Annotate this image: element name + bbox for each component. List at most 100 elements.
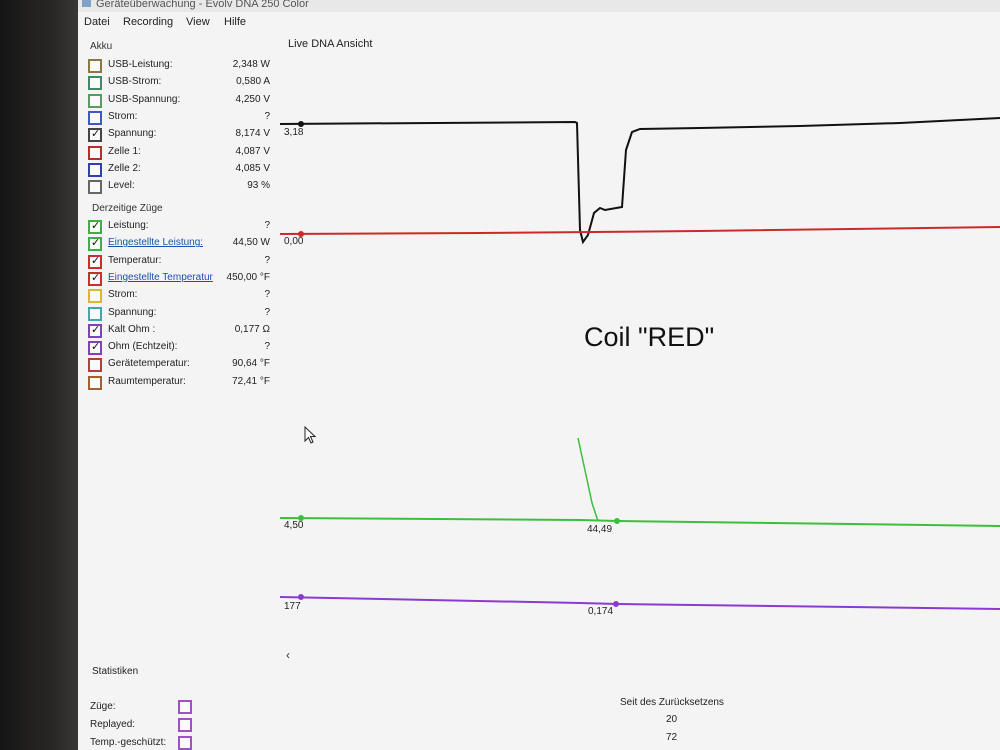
- series-checkbox[interactable]: [88, 145, 102, 160]
- series-checkbox[interactable]: [88, 162, 102, 177]
- zuege-row[interactable]: ✓ Kalt Ohm : 0,177 Ω: [88, 323, 270, 338]
- app-icon: [82, 0, 91, 7]
- zuege-row[interactable]: ✓ Leistung:?: [88, 219, 270, 234]
- zuege-row[interactable]: ✓ Eingestellte Temperatur 450,00 °F: [88, 271, 270, 286]
- series-label: Temperatur:: [108, 254, 162, 266]
- akku-row[interactable]: Strom:?: [88, 110, 270, 125]
- menu-datei[interactable]: Datei: [84, 16, 110, 28]
- zuege-row[interactable]: Strom:?: [88, 288, 270, 304]
- scroll-left-icon[interactable]: ‹: [286, 648, 290, 662]
- zuege-row[interactable]: Gerätetemperatur: 90,64 °F: [88, 357, 270, 373]
- akku-row[interactable]: Level: 93 %: [88, 179, 270, 195]
- stat-label-zuege: Züge:: [90, 701, 116, 712]
- temperature-value-label: 0,00: [284, 236, 304, 247]
- zuege-row[interactable]: ✓ Eingestellte Leistung: 44,50 W: [88, 236, 270, 252]
- since-reset-value-replayed: 72: [666, 732, 678, 743]
- checkmark-icon: ✓: [91, 128, 101, 141]
- series-value: 4,250 V: [235, 93, 270, 105]
- series-label: Raumtemperatur:: [108, 375, 186, 387]
- stat-checkbox-zuege[interactable]: [178, 700, 192, 714]
- graph-title: Live DNA Ansicht: [288, 38, 373, 50]
- series-label[interactable]: Eingestellte Temperatur: [108, 272, 213, 283]
- series-checkbox[interactable]: ✓: [88, 323, 102, 338]
- menu-bar: Datei Recording View Hilfe: [78, 12, 1000, 32]
- series-checkbox[interactable]: ✓: [88, 220, 102, 234]
- series-value: 2,348 W: [232, 59, 270, 70]
- series-value: 44,50 W: [232, 237, 270, 249]
- zuege-row[interactable]: Spannung:?: [88, 306, 270, 321]
- series-label: Leistung:: [108, 220, 149, 231]
- checkmark-icon: ✓: [91, 341, 101, 354]
- series-label: Zelle 2:: [108, 162, 141, 174]
- menu-view[interactable]: View: [186, 16, 210, 28]
- stat-label-replayed: Replayed:: [90, 719, 136, 730]
- series-value: ?: [264, 110, 270, 122]
- stat-checkbox-replayed[interactable]: [178, 718, 192, 732]
- series-checkbox[interactable]: [88, 110, 102, 125]
- window-title: Geräteüberwachung - Evolv DNA 250 Color: [96, 0, 309, 10]
- akku-row[interactable]: Zelle 2: 4,085 V: [88, 162, 270, 177]
- series-checkbox[interactable]: ✓: [88, 237, 102, 252]
- ohm-value-label: 177: [284, 601, 301, 612]
- series-checkbox[interactable]: [88, 289, 102, 304]
- mouse-cursor-icon: [304, 426, 317, 444]
- power-value-label: 4,50: [284, 520, 304, 531]
- zuege-row[interactable]: ✓ Ohm (Echtzeit):?: [88, 340, 270, 356]
- coil-annotation: Coil "RED": [584, 322, 715, 352]
- akku-row[interactable]: USB-Strom: 0,580 A: [88, 75, 270, 91]
- ohm-series-line: [280, 596, 1000, 610]
- checkmark-icon: ✓: [91, 323, 101, 336]
- checkmark-icon: ✓: [91, 254, 101, 267]
- akku-row[interactable]: Zelle 1: 4,087 V: [88, 145, 270, 160]
- zuege-section-title: Derzeitige Züge: [92, 203, 163, 214]
- menu-recording[interactable]: Recording: [123, 16, 173, 28]
- akku-row[interactable]: USB-Leistung: 2,348 W: [88, 58, 270, 73]
- series-checkbox[interactable]: ✓: [88, 271, 102, 286]
- series-value: 0,177 Ω: [234, 323, 270, 335]
- checkmark-icon: ✓: [91, 271, 101, 284]
- voltage-series-line: [280, 117, 1000, 245]
- series-value: ?: [264, 341, 270, 353]
- voltage-value-label: 3,18: [284, 127, 304, 138]
- menu-hilfe[interactable]: Hilfe: [224, 16, 246, 28]
- series-checkbox[interactable]: ✓: [88, 254, 102, 269]
- series-checkbox[interactable]: [88, 358, 102, 373]
- series-value: ?: [264, 254, 270, 266]
- stat-checkbox-temp-geschuetzt[interactable]: [178, 736, 192, 750]
- series-checkbox[interactable]: [88, 375, 102, 390]
- series-label[interactable]: Eingestellte Leistung:: [108, 237, 203, 248]
- series-checkbox[interactable]: [88, 93, 102, 108]
- checkmark-icon: ✓: [91, 220, 101, 232]
- series-label: Strom:: [108, 289, 138, 301]
- series-value: ?: [264, 220, 270, 231]
- zuege-row[interactable]: Raumtemperatur: 72,41 °F: [88, 375, 270, 390]
- series-value: 0,580 A: [236, 76, 270, 88]
- since-reset-header: Seit des Zurücksetzens: [620, 697, 724, 708]
- title-bar: Geräteüberwachung - Evolv DNA 250 Color: [78, 0, 1000, 12]
- zuege-row[interactable]: ✓ Temperatur:?: [88, 254, 270, 269]
- ohm-point-marker: [613, 601, 619, 607]
- akku-row[interactable]: ✓ Spannung: 8,174 V: [88, 127, 270, 143]
- series-checkbox[interactable]: [88, 59, 102, 73]
- series-label: Strom:: [108, 110, 138, 122]
- series-checkbox[interactable]: [88, 76, 102, 91]
- since-reset-value-zuege: 20: [666, 714, 678, 725]
- series-value: 93 %: [247, 180, 270, 192]
- series-value: ?: [264, 289, 270, 301]
- series-value: 4,085 V: [235, 162, 270, 174]
- series-label: USB-Leistung:: [108, 59, 173, 70]
- series-value: 450,00 °F: [226, 271, 270, 283]
- series-label: USB-Spannung:: [108, 93, 181, 105]
- series-checkbox[interactable]: ✓: [88, 341, 102, 356]
- series-label: USB-Strom:: [108, 76, 162, 88]
- series-label: Spannung:: [108, 306, 157, 318]
- akku-row[interactable]: USB-Spannung: 4,250 V: [88, 93, 270, 108]
- series-checkbox[interactable]: ✓: [88, 128, 102, 143]
- series-checkbox[interactable]: [88, 306, 102, 321]
- series-checkbox[interactable]: [88, 180, 102, 195]
- power-point-marker: [614, 518, 620, 524]
- series-value: 72,41 °F: [232, 375, 270, 387]
- stats-title: Statistiken: [92, 666, 139, 677]
- series-label: Spannung:: [108, 128, 157, 140]
- series-label: Zelle 1:: [108, 145, 141, 157]
